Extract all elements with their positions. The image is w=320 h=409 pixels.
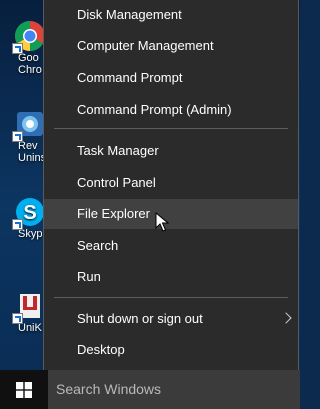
unikey-icon [12, 290, 46, 324]
menu-item-label: Disk Management [77, 7, 182, 22]
menu-item-label: Shut down or sign out [77, 311, 203, 326]
menu-item-control-panel[interactable]: Control Panel [44, 168, 298, 198]
windows-logo-icon [16, 382, 32, 398]
shortcut-arrow-icon [12, 219, 23, 230]
menu-item-disk-management[interactable]: Disk Management [44, 0, 298, 30]
svg-text:S: S [23, 202, 36, 224]
shortcut-arrow-icon [12, 131, 23, 142]
skype-icon: S [12, 196, 46, 230]
taskbar: Search Windows [0, 370, 300, 409]
menu-item-run[interactable]: Run [44, 262, 298, 292]
menu-item-label: Run [77, 269, 101, 284]
revo-uninstaller-icon [12, 108, 46, 142]
menu-item-search[interactable]: Search [44, 231, 298, 261]
menu-item-file-explorer[interactable]: File Explorer [44, 199, 298, 229]
search-windows-box[interactable]: Search Windows [48, 370, 300, 409]
menu-item-command-prompt-admin[interactable]: Command Prompt (Admin) [44, 95, 298, 125]
menu-item-label: Command Prompt (Admin) [77, 102, 232, 117]
menu-item-label: Desktop [77, 342, 125, 357]
menu-item-task-manager[interactable]: Task Manager [44, 136, 298, 166]
menu-item-computer-management[interactable]: Computer Management [44, 31, 298, 61]
menu-item-shut-down-or-sign-out[interactable]: Shut down or sign out [44, 304, 298, 334]
menu-item-label: Search [77, 238, 119, 253]
menu-item-label: Control Panel [77, 175, 156, 190]
menu-item-label: Computer Management [77, 38, 214, 53]
menu-item-label: Command Prompt [77, 70, 183, 85]
start-button[interactable] [0, 370, 48, 409]
menu-separator [54, 297, 288, 298]
power-user-menu: Disk Management Computer Management Comm… [43, 0, 299, 370]
menu-separator [54, 128, 288, 129]
menu-item-command-prompt[interactable]: Command Prompt [44, 63, 298, 93]
shortcut-arrow-icon [12, 313, 23, 324]
chevron-right-icon [280, 312, 292, 324]
menu-item-desktop[interactable]: Desktop [44, 335, 298, 365]
menu-item-label: Task Manager [77, 143, 159, 158]
mouse-pointer-icon [155, 211, 170, 237]
chrome-icon [12, 20, 46, 54]
menu-item-label: File Explorer [77, 206, 150, 221]
search-placeholder: Search Windows [56, 381, 162, 397]
shortcut-arrow-icon [12, 43, 23, 54]
